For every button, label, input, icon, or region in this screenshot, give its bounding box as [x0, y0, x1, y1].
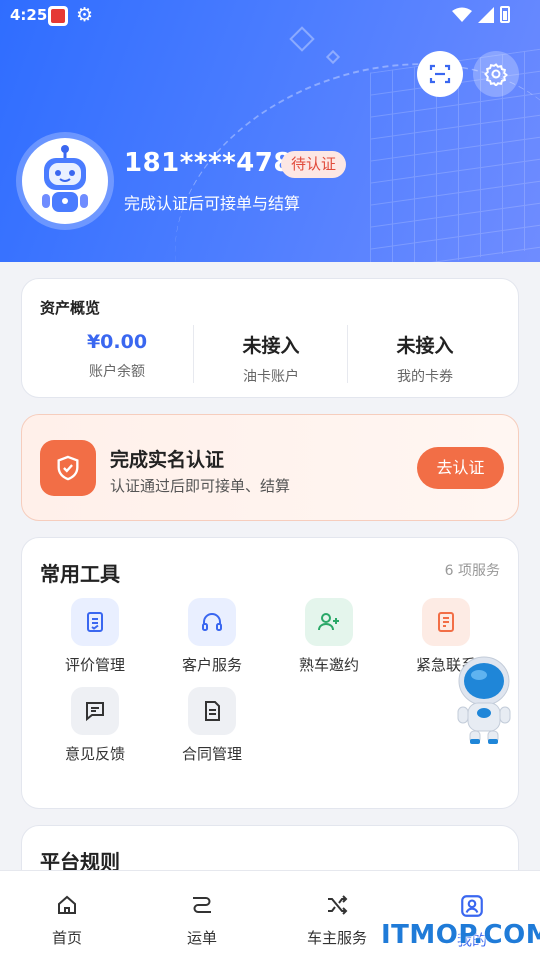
headset-icon — [188, 598, 236, 646]
home-icon — [58, 895, 76, 914]
tab-label: 运单 — [186, 929, 217, 947]
tab-label: 车主服务 — [306, 929, 367, 947]
signal-icon — [478, 6, 494, 23]
add-user-icon — [305, 598, 353, 646]
verify-button[interactable]: 去认证 — [417, 447, 504, 489]
profile-header — [0, 0, 540, 262]
document-icon — [188, 687, 236, 735]
stat-label: 账户余额 — [89, 364, 145, 380]
route-icon — [193, 897, 211, 913]
watermark: ITMOP.COM — [381, 920, 540, 950]
balance-stat[interactable]: ¥0.00 账户余额 — [40, 331, 194, 381]
settings-button[interactable] — [473, 51, 519, 97]
shuffle-icon — [328, 895, 348, 915]
battery-icon — [500, 6, 510, 23]
tool-label: 评价管理 — [64, 656, 125, 674]
scan-icon — [429, 64, 451, 84]
tools-count: 6 项服务 — [444, 563, 500, 579]
avatar[interactable] — [22, 138, 108, 224]
verify-title: 完成实名认证 — [110, 449, 225, 471]
header-arc-decoration — [133, 12, 540, 262]
gear-icon: ⚙ — [76, 4, 94, 26]
stat-value: ¥0.00 — [86, 331, 148, 353]
status-time: 4:25 — [10, 6, 48, 24]
fuel-card-stat[interactable]: 未接入 油卡账户 — [194, 331, 348, 386]
diamond-decoration — [325, 49, 341, 65]
robot-avatar-icon — [42, 145, 88, 212]
scan-button[interactable] — [417, 51, 463, 97]
tab-label: 首页 — [51, 929, 82, 947]
stat-label: 我的卡券 — [397, 369, 453, 385]
profile-subtitle: 完成认证后可接单与结算 — [124, 194, 301, 213]
tab-waybill[interactable]: 运单 — [142, 893, 262, 948]
tool-feedback[interactable]: 意见反馈 — [37, 687, 153, 764]
assets-title: 资产概览 — [40, 299, 101, 317]
astronaut-mascot-icon[interactable] — [455, 655, 513, 747]
tools-title: 常用工具 — [40, 562, 120, 586]
stat-value: 未接入 — [396, 335, 454, 357]
tab-owner-service[interactable]: 车主服务 — [277, 893, 397, 948]
tool-label: 熟车邀约 — [298, 656, 359, 674]
verify-subtitle: 认证通过后即可接单、结算 — [110, 477, 291, 495]
coupon-stat[interactable]: 未接入 我的卡券 — [348, 331, 502, 386]
tool-label: 合同管理 — [181, 745, 242, 763]
stat-value: 未接入 — [242, 335, 300, 357]
app-icon — [48, 6, 68, 26]
shield-check-icon — [40, 440, 96, 496]
feedback-icon — [71, 687, 119, 735]
verify-banner: 完成实名认证 认证通过后即可接单、结算 去认证 — [21, 414, 519, 521]
tool-label: 客户服务 — [181, 656, 242, 674]
status-bar: 4:25 ⚙ — [0, 0, 540, 32]
wifi-icon — [452, 7, 472, 22]
clipboard-icon — [71, 598, 119, 646]
profile-icon — [461, 895, 483, 917]
tool-invite[interactable]: 熟车邀约 — [271, 598, 387, 675]
tab-home[interactable]: 首页 — [7, 893, 127, 948]
gear-icon — [484, 63, 508, 86]
tool-customer-service[interactable]: 客户服务 — [154, 598, 270, 675]
stat-label: 油卡账户 — [243, 369, 299, 385]
tool-contract[interactable]: 合同管理 — [154, 687, 270, 764]
tool-label: 意见反馈 — [64, 745, 125, 763]
note-icon — [422, 598, 470, 646]
assets-card: 资产概览 ¥0.00 账户余额 未接入 油卡账户 未接入 我的卡券 — [21, 278, 519, 398]
status-badge: 待认证 — [281, 151, 347, 178]
tool-review[interactable]: 评价管理 — [37, 598, 153, 675]
tools-card: 常用工具 6 项服务 评价管理 客户服务 熟车邀约 紧急联系 意见反馈 合同管理 — [21, 537, 519, 809]
